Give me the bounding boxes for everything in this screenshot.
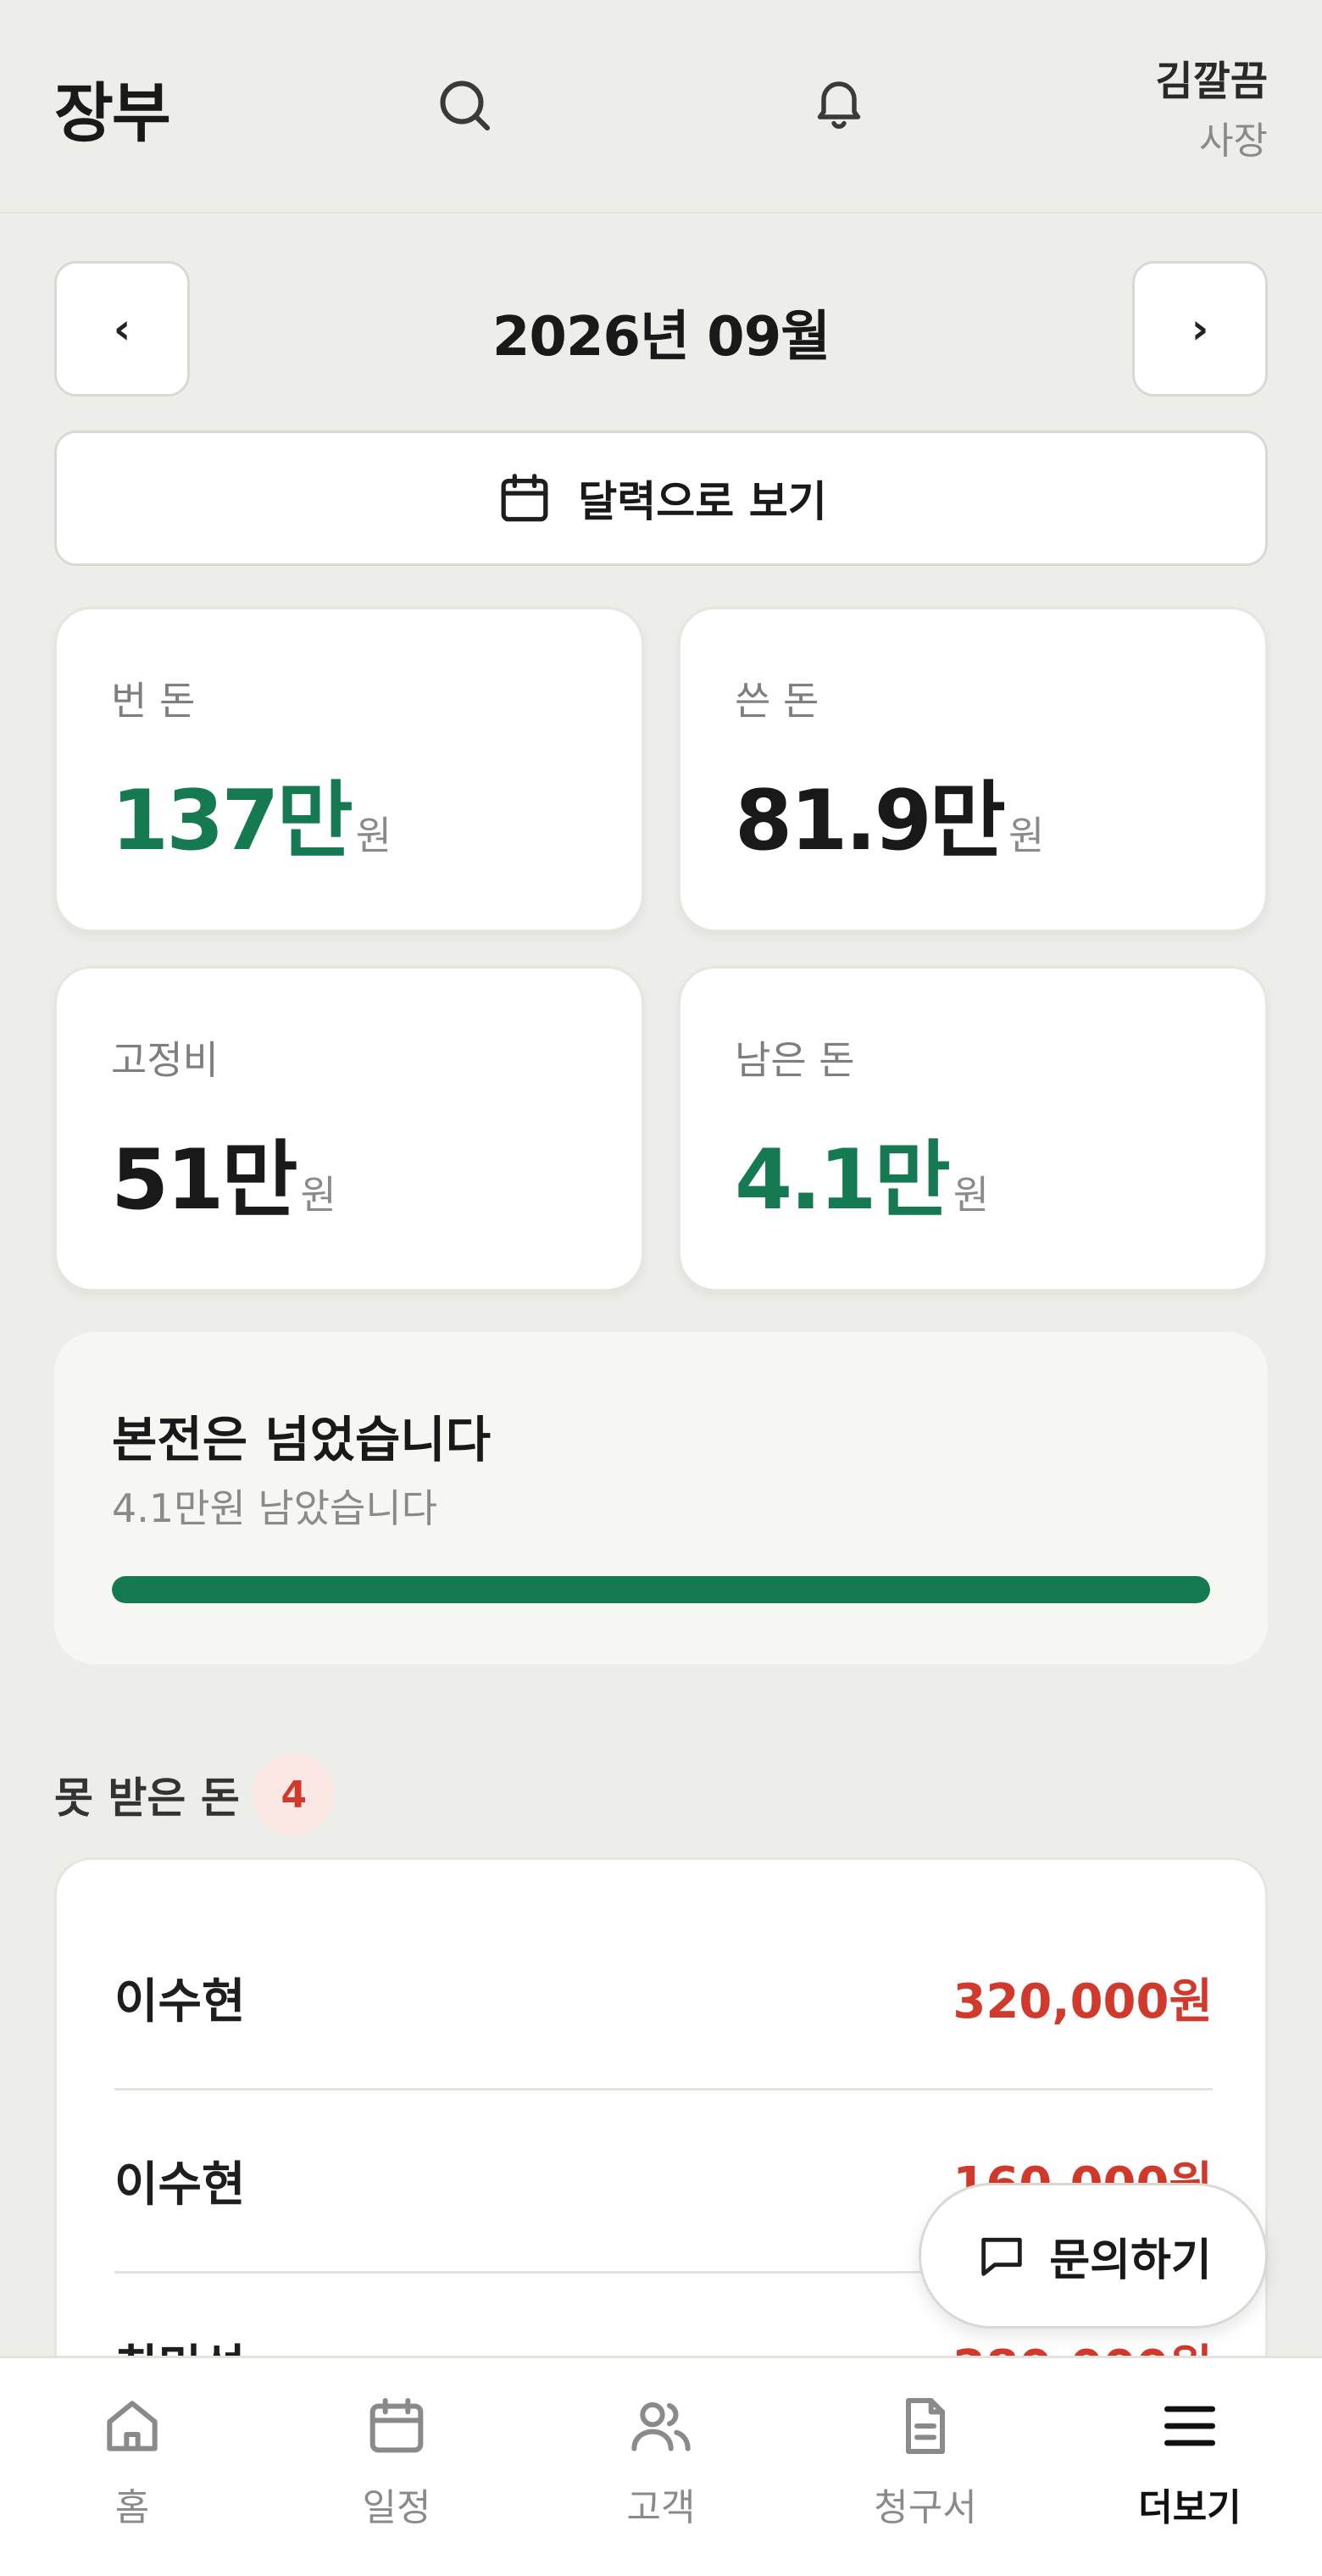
user-profile[interactable]: 김깔끔 사장 — [1156, 47, 1268, 164]
unpaid-section-header: 못 받은 돈 4 — [54, 1754, 335, 1835]
stat-card-fixed-cost[interactable]: 고정비 51만 원 — [54, 966, 644, 1291]
unpaid-amount: 320,000원 — [953, 1974, 1213, 2029]
nav-item-invoices[interactable]: 청구서 — [793, 2392, 1058, 2562]
prev-month-button[interactable]: ‹ — [54, 261, 190, 397]
chat-bubble-icon — [981, 2237, 1023, 2276]
bottom-nav: 홈 일정 고객 청구서 더보기 — [0, 2356, 1322, 2576]
stat-number: 4.1만 — [735, 1132, 951, 1229]
users-icon — [631, 2402, 691, 2451]
app-title: 장부 — [54, 75, 171, 151]
stat-value: 137만 원 — [111, 753, 392, 874]
calendar-icon — [369, 2398, 424, 2453]
nav-label: 일정 — [362, 2486, 431, 2529]
stat-card-spent[interactable]: 쓴 돈 81.9만 원 — [678, 607, 1268, 932]
bell-icon[interactable] — [808, 71, 869, 132]
calendar-icon — [501, 474, 548, 522]
nav-label: 고객 — [626, 2486, 696, 2529]
stat-card-remaining[interactable]: 남은 돈 4.1만 원 — [678, 966, 1268, 1291]
current-month-label: 2026년 09월 — [492, 306, 830, 369]
stat-unit: 원 — [953, 1172, 990, 1218]
break-even-card: 본전은 넘었습니다 4.1만원 남았습니다 — [54, 1332, 1268, 1664]
app-header: 장부 김깔끔 사장 — [0, 0, 1322, 214]
stat-label: 번 돈 — [111, 678, 196, 724]
menu-icon — [1164, 2406, 1215, 2446]
stat-value: 51만 원 — [111, 1113, 336, 1233]
nav-item-more[interactable]: 더보기 — [1058, 2392, 1322, 2562]
user-role: 사장 — [1199, 119, 1268, 163]
nav-item-schedule[interactable]: 일정 — [264, 2392, 529, 2562]
stat-unit: 원 — [355, 813, 392, 858]
list-item[interactable]: 이수현 320,000원 — [114, 1907, 1213, 2090]
stat-number: 51만 — [111, 1132, 298, 1229]
nav-label: 홈 — [114, 2486, 150, 2529]
client-name: 이수현 — [114, 1974, 246, 2029]
stat-value: 81.9만 원 — [735, 753, 1044, 874]
calendar-view-button[interactable]: 달력으로 보기 — [54, 430, 1268, 566]
client-name: 이수현 — [114, 2157, 246, 2212]
stat-number: 137만 — [111, 773, 353, 869]
stat-label: 고정비 — [111, 1037, 219, 1083]
break-even-subtitle: 4.1만원 남았습니다 — [112, 1485, 438, 1531]
stat-number: 81.9만 — [735, 773, 1006, 869]
unpaid-section-title: 못 받은 돈 — [54, 1774, 240, 1823]
stat-unit: 원 — [1008, 813, 1045, 858]
stat-unit: 원 — [300, 1172, 336, 1218]
nav-item-customers[interactable]: 고객 — [529, 2392, 793, 2562]
nav-label: 청구서 — [874, 2486, 977, 2529]
nav-item-home[interactable]: 홈 — [0, 2392, 264, 2562]
stat-label: 남은 돈 — [735, 1037, 855, 1083]
inquiry-label: 문의하기 — [1049, 2235, 1212, 2286]
home-icon — [107, 2401, 158, 2451]
stat-value: 4.1만 원 — [735, 1113, 989, 1233]
next-month-button[interactable]: › — [1132, 261, 1268, 397]
unpaid-count-badge: 4 — [253, 1754, 335, 1835]
stat-label: 쓴 돈 — [735, 678, 819, 724]
document-icon — [906, 2398, 945, 2454]
break-even-title: 본전은 넘었습니다 — [112, 1411, 492, 1468]
search-icon[interactable] — [434, 75, 495, 136]
stat-card-earned[interactable]: 번 돈 137만 원 — [54, 607, 644, 932]
break-even-progress-fill — [112, 1576, 1210, 1603]
calendar-view-label: 달력으로 보기 — [578, 477, 827, 526]
nav-label: 더보기 — [1138, 2486, 1241, 2529]
user-name: 김깔끔 — [1155, 58, 1268, 105]
break-even-progress-bar — [112, 1576, 1210, 1603]
inquiry-button[interactable]: 문의하기 — [919, 2183, 1268, 2329]
